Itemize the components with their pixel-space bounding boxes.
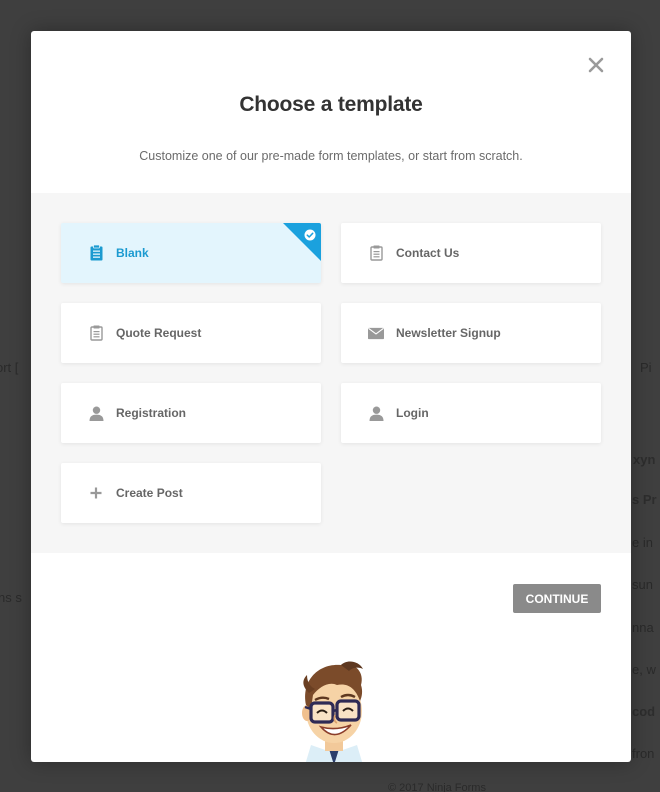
template-label: Registration xyxy=(116,406,187,420)
background-text: s Pr xyxy=(632,492,657,507)
background-text: xyn xyxy=(633,452,656,467)
background-text: fron xyxy=(632,746,655,761)
modal-subtitle: Customize one of our pre-made form templ… xyxy=(139,149,523,163)
template-label: Blank xyxy=(116,246,149,260)
background-text: nna xyxy=(632,620,654,635)
clipboard-icon xyxy=(88,245,104,261)
modal-title: Choose a template xyxy=(239,93,423,116)
background-text: sun xyxy=(632,577,653,592)
template-card-newsletter-signup[interactable]: Newsletter Signup xyxy=(341,303,601,363)
background-text: ns s xyxy=(0,590,22,605)
close-icon[interactable] xyxy=(587,56,605,74)
background-text: e, w xyxy=(632,662,656,677)
template-label: Contact Us xyxy=(396,246,460,260)
continue-button[interactable]: CONTINUE xyxy=(513,584,601,613)
template-card-create-post[interactable]: Create Post xyxy=(61,463,321,523)
mascot-illustration xyxy=(289,645,379,762)
envelope-icon xyxy=(368,325,384,341)
template-label: Create Post xyxy=(116,486,183,500)
background-text: cod xyxy=(632,704,656,719)
template-modal: Choose a template Customize one of our p… xyxy=(31,31,631,762)
template-card-quote-request[interactable]: Quote Request xyxy=(61,303,321,363)
template-label: Quote Request xyxy=(116,326,202,340)
background-text: e in xyxy=(632,535,653,550)
checkmark-icon xyxy=(304,228,316,241)
background-text: Pi xyxy=(640,360,652,375)
plus-icon xyxy=(88,485,104,501)
clipboard-icon xyxy=(368,245,384,261)
template-card-contact-us[interactable]: Contact Us xyxy=(341,223,601,283)
user-icon xyxy=(88,405,104,421)
template-card-login[interactable]: Login xyxy=(341,383,601,443)
template-card-registration[interactable]: Registration xyxy=(61,383,321,443)
background-footer-text: © 2017 Ninja Forms xyxy=(388,782,486,792)
clipboard-icon xyxy=(88,325,104,341)
background-text: ort [ xyxy=(0,360,19,375)
template-grid: Blank Contact Us Quote Request Newslette… xyxy=(31,193,631,553)
template-label: Newsletter Signup xyxy=(396,326,501,340)
modal-header: Choose a template Customize one of our p… xyxy=(31,31,631,193)
template-label: Login xyxy=(396,406,429,420)
modal-footer: CONTINUE xyxy=(31,553,631,762)
template-card-blank[interactable]: Blank xyxy=(61,223,321,283)
user-icon xyxy=(368,405,384,421)
